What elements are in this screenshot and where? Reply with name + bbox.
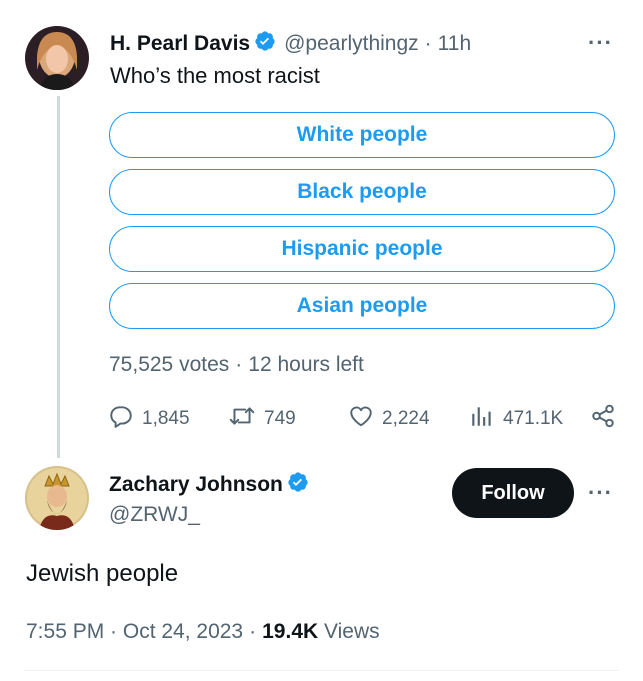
poll-option-4[interactable]: Asian people [109,283,615,329]
poll-option-2[interactable]: Black people [109,169,615,215]
views-count: 19.4K [262,620,319,643]
tweet-footer: 7:55 PM · Oct 24, 2023 · 19.4K Views [26,620,380,644]
more-options-icon[interactable]: ··· [588,480,613,506]
handle[interactable]: @ZRWJ_ [109,503,200,527]
thread-connector-line [57,96,60,458]
tweet-header: H. Pearl Davis @pearlythingz · 11h [110,30,471,57]
poll-time-left: 12 hours left [248,353,364,376]
separator-dot: · [424,31,432,55]
verified-badge-icon [287,471,309,498]
separator-dot: · [235,353,243,376]
tweet-text: Who’s the most racist [110,63,320,88]
views-label: Views [324,620,380,643]
share-button[interactable] [590,403,616,435]
tweet-age[interactable]: 11h [438,32,471,56]
views-stat[interactable]: 19.4K Views [262,620,380,644]
avatar-zachary-johnson[interactable] [25,466,89,530]
display-name[interactable]: H. Pearl Davis [110,32,250,56]
reply-icon [108,403,134,435]
retweet-count: 749 [264,408,296,429]
retweet-icon [228,403,256,435]
handle[interactable]: @pearlythingz [284,32,419,56]
like-icon [348,403,374,435]
reply-button[interactable]: 1,845 [108,403,190,435]
timestamp[interactable]: 7:55 PM · Oct 24, 2023 [26,620,243,644]
poll-option-3[interactable]: Hispanic people [109,226,615,272]
like-button[interactable]: 2,224 [348,403,430,435]
reply-header: Zachary Johnson [109,471,309,498]
avatar-pearl-davis[interactable] [25,26,89,90]
views-icon [469,403,495,435]
reply-text: Jewish people [26,560,179,587]
reply-count: 1,845 [142,408,190,429]
like-count: 2,224 [382,408,430,429]
views-button[interactable]: 471.1K [469,403,563,435]
separator-dot: · [249,620,257,643]
poll-votes: 75,525 votes [109,353,230,376]
verified-badge-icon [254,30,276,57]
divider [24,670,619,671]
share-icon [590,403,616,435]
poll-meta: 75,525 votes · 12 hours left [109,353,364,377]
follow-button[interactable]: Follow [452,468,574,518]
display-name[interactable]: Zachary Johnson [109,473,283,497]
views-count: 471.1K [503,408,564,429]
retweet-button[interactable]: 749 [228,403,296,435]
more-options-icon[interactable]: ··· [588,30,613,56]
poll-option-1[interactable]: White people [109,112,615,158]
